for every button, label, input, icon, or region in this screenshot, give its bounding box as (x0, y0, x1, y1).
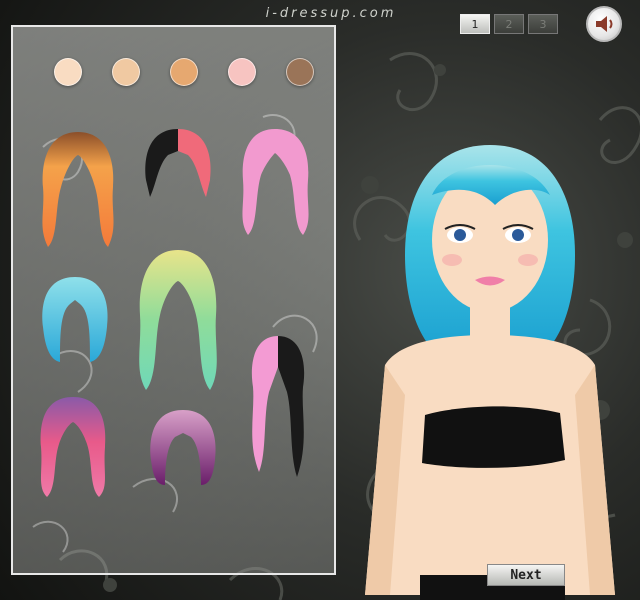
hair-option-purple-pink-curly[interactable] (33, 392, 113, 502)
hair-option-orange-wavy[interactable] (33, 127, 123, 252)
skin-swatch-4[interactable] (228, 58, 256, 86)
speaker-icon (596, 16, 613, 32)
hair-option-black-pink-bob[interactable] (138, 125, 218, 205)
skin-swatch-5[interactable] (286, 58, 314, 86)
hair-option-pink-black-curly[interactable] (241, 332, 316, 482)
hair-option-purple-bob[interactable] (143, 405, 223, 490)
step-tabs: 1 2 3 (460, 14, 558, 34)
site-logo: i-dressup.com (265, 6, 397, 21)
hair-option-pink-wavy[interactable] (233, 125, 318, 240)
next-button[interactable]: Next (487, 564, 565, 586)
skin-swatch-3[interactable] (170, 58, 198, 86)
dressup-model (365, 145, 615, 600)
skin-swatch-1[interactable] (54, 58, 82, 86)
hair-option-blue-bob[interactable] (35, 272, 115, 367)
step-tab-1[interactable]: 1 (460, 14, 490, 34)
hair-selection-panel (11, 25, 336, 575)
sound-toggle-button[interactable] (586, 6, 622, 42)
step-tab-2[interactable]: 2 (494, 14, 524, 34)
skin-swatch-2[interactable] (112, 58, 140, 86)
hair-option-green-pastel-long[interactable] (128, 245, 228, 395)
step-tab-3[interactable]: 3 (528, 14, 558, 34)
